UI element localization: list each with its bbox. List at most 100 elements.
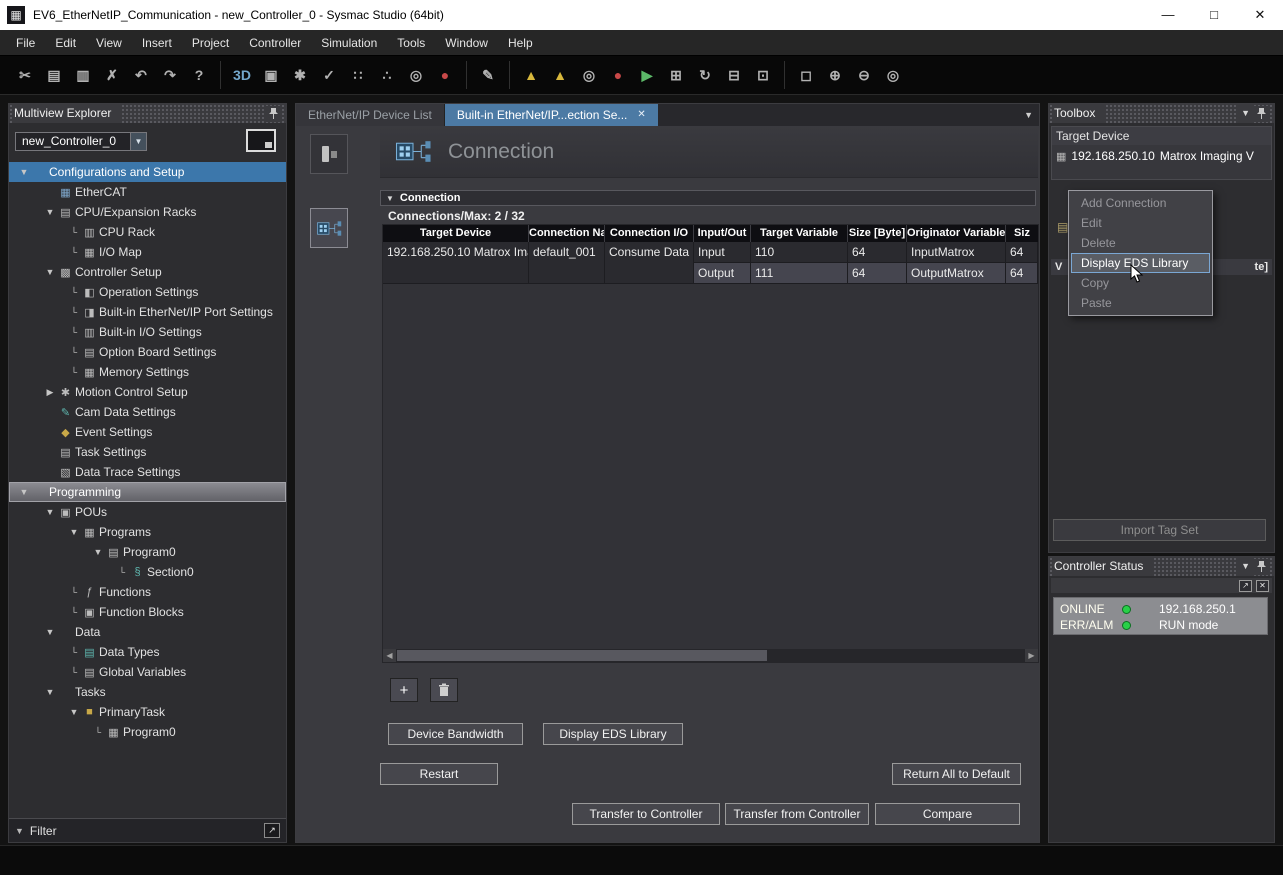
collapse-icon[interactable]: ▼ <box>1237 104 1254 123</box>
controller-monitor-icon[interactable] <box>246 129 276 152</box>
copy-icon[interactable]: ▤ <box>41 62 67 88</box>
tree-item-memory-settings[interactable]: └ ▦ Memory Settings <box>9 362 286 382</box>
tree-item-programming[interactable]: ▼ Programming <box>9 482 286 502</box>
menu-controller[interactable]: Controller <box>239 30 311 56</box>
menu-view[interactable]: View <box>86 30 132 56</box>
tree-item-operation-settings[interactable]: └ ◧ Operation Settings <box>9 282 286 302</box>
tree-item-tasks[interactable]: ▼ Tasks <box>9 682 286 702</box>
scroll-left-icon[interactable]: ◀ <box>383 649 396 662</box>
debug-icon[interactable]: ● <box>605 62 631 88</box>
tree-expander-icon[interactable]: └ <box>91 727 105 737</box>
display-eds-library-button[interactable]: Display EDS Library <box>543 723 683 745</box>
menu-file[interactable]: File <box>6 30 45 56</box>
tab-builtin-ethernetip-connection-settings[interactable]: Built-in EtherNet/IP...ection Se... ✕ <box>445 104 658 126</box>
column-header[interactable]: Siz <box>1006 225 1038 242</box>
cell-target-device[interactable]: 192.168.250.10 Matrox Ima <box>383 242 529 284</box>
tree-expander-icon[interactable]: └ <box>67 227 81 237</box>
tree-item-builtin-ethernetip-port-settings[interactable]: └ ◨ Built-in EtherNet/IP Port Settings <box>9 302 286 322</box>
tree-expander-icon[interactable]: ▼ <box>91 547 105 557</box>
tree-item-primarytask[interactable]: ▼ ■ PrimaryTask <box>9 702 286 722</box>
table-row[interactable]: Output 111 64 OutputMatrox 64 <box>694 263 1038 284</box>
horizontal-scrollbar[interactable]: ◀ ▶ <box>383 649 1038 662</box>
tree-expander-icon[interactable]: └ <box>67 347 81 357</box>
tree-expander-icon[interactable]: └ <box>67 247 81 257</box>
tree-expander-icon[interactable]: └ <box>67 607 81 617</box>
tree-item-builtin-io-settings[interactable]: └ ▥ Built-in I/O Settings <box>9 322 286 342</box>
cell-originator-variable[interactable]: InputMatrox <box>907 242 1006 263</box>
column-header[interactable]: Connection I/O <box>605 225 694 242</box>
tree-item-cpu-rack[interactable]: └ ▥ CPU Rack <box>9 222 286 242</box>
tree-expander-icon[interactable]: └ <box>67 667 81 677</box>
connection-view-button[interactable] <box>310 208 348 248</box>
tree-item-pous[interactable]: ▼ ▣ POUs <box>9 502 286 522</box>
transfer-to-controller-button[interactable]: Transfer to Controller <box>572 803 720 825</box>
chevron-down-icon[interactable]: ▼ <box>130 133 146 150</box>
cross-reference-icon[interactable]: ∴ <box>374 62 400 88</box>
collapse-icon[interactable]: ▼ <box>1237 557 1254 576</box>
menu-help[interactable]: Help <box>498 30 543 56</box>
delete-icon[interactable]: ✗ <box>99 62 125 88</box>
block-icon[interactable]: ⊞ <box>663 62 689 88</box>
context-item-paste[interactable]: Paste <box>1071 293 1210 313</box>
tree-expander-icon[interactable]: └ <box>67 587 81 597</box>
add-connection-button[interactable]: + <box>390 678 418 702</box>
tree-item-program0-task[interactable]: └ ▦ Program0 <box>9 722 286 742</box>
target-device-item[interactable]: ▦ 192.168.250.10 Matrox Imaging V <box>1052 145 1271 163</box>
tree-item-task-settings[interactable]: ▤ Task Settings <box>9 442 286 462</box>
tab-ethernetip-device-list[interactable]: EtherNet/IP Device List <box>296 104 445 126</box>
variable-table-icon[interactable]: ∷ <box>345 62 371 88</box>
tree-expander-icon[interactable]: ▼ <box>43 207 57 217</box>
filter-settings-button[interactable]: ↗ <box>264 823 280 838</box>
abort-icon[interactable]: ● <box>432 62 458 88</box>
tree-item-data-trace-settings[interactable]: ▧ Data Trace Settings <box>9 462 286 482</box>
cell-size[interactable]: 64 <box>848 263 907 284</box>
restart-button[interactable]: Restart <box>380 763 498 785</box>
menu-tools[interactable]: Tools <box>387 30 435 56</box>
tab-list-dropdown-icon[interactable]: ▼ <box>1024 104 1033 126</box>
tree-expander-icon[interactable]: └ <box>67 647 81 657</box>
tree-item-controller-setup[interactable]: ▼ ▩ Controller Setup <box>9 262 286 282</box>
cell-target-variable[interactable]: 110 <box>751 242 848 263</box>
tree-expander-icon[interactable]: ▼ <box>17 487 31 497</box>
controller-selector[interactable]: new_Controller_0 ▼ <box>15 132 147 151</box>
tree-item-option-board-settings[interactable]: └ ▤ Option Board Settings <box>9 342 286 362</box>
3d-view-icon[interactable]: 3D <box>229 62 255 88</box>
column-header[interactable]: Target Variable <box>751 225 848 242</box>
cell-direction[interactable]: Output <box>694 263 751 284</box>
close-button[interactable]: ✕ <box>1237 0 1283 30</box>
collapse-arrow-icon[interactable]: ▼ <box>386 194 394 203</box>
tree-item-ethercat[interactable]: ▦ EtherCAT <box>9 182 286 202</box>
compare-button[interactable]: Compare <box>875 803 1020 825</box>
tab-close-icon[interactable]: ✕ <box>637 104 645 126</box>
run-icon[interactable]: ▶ <box>634 62 660 88</box>
popout-icon[interactable]: ↗ <box>1239 580 1252 592</box>
zoom-in-icon[interactable]: ⊕ <box>822 62 848 88</box>
device-bandwidth-button[interactable]: Device Bandwidth <box>388 723 523 745</box>
column-header[interactable]: Size [Byte] <box>848 225 907 242</box>
menu-project[interactable]: Project <box>182 30 239 56</box>
tree-item-data[interactable]: ▼ Data <box>9 622 286 642</box>
print-icon[interactable]: ▣ <box>258 62 284 88</box>
tree-expander-icon[interactable]: ▼ <box>43 267 57 277</box>
search-icon[interactable]: ◎ <box>403 62 429 88</box>
tree-item-motion-control-setup[interactable]: ▶ ✱ Motion Control Setup <box>9 382 286 402</box>
column-header[interactable]: Input/Out <box>694 225 751 242</box>
tree-item-cam-data-settings[interactable]: ✎ Cam Data Settings <box>9 402 286 422</box>
loop-icon[interactable]: ↻ <box>692 62 718 88</box>
cell-size[interactable]: 64 <box>848 242 907 263</box>
cut-icon[interactable]: ✂ <box>12 62 38 88</box>
tree-expander-icon[interactable]: ▼ <box>17 167 31 177</box>
tree-expander-icon[interactable]: ▼ <box>67 527 81 537</box>
pin-icon[interactable] <box>266 106 281 122</box>
tree-item-data-types[interactable]: └ ▤ Data Types <box>9 642 286 662</box>
tree-item-program0[interactable]: ▼ ▤ Program0 <box>9 542 286 562</box>
close-icon[interactable]: ✕ <box>1256 580 1269 592</box>
selection-icon[interactable]: ◻ <box>793 62 819 88</box>
column-header[interactable]: Originator Variable <box>907 225 1006 242</box>
delete-connection-button[interactable] <box>430 678 458 702</box>
warning-icon[interactable]: ▲ <box>518 62 544 88</box>
table-row[interactable]: Input 110 64 InputMatrox 64 <box>694 242 1038 263</box>
error-icon[interactable]: ▲ <box>547 62 573 88</box>
check-programs-icon[interactable]: ✓ <box>316 62 342 88</box>
scroll-right-icon[interactable]: ▶ <box>1025 649 1038 662</box>
